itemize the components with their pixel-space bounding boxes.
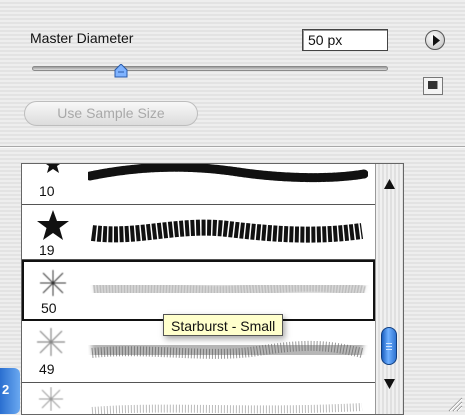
brush-row-selected[interactable]: 50 (22, 260, 375, 321)
new-brush-button[interactable] (423, 77, 443, 95)
starburst-tip-icon (40, 270, 66, 296)
resize-grip-icon[interactable] (445, 394, 463, 412)
diameter-slider-thumb[interactable] (114, 64, 128, 78)
scroll-down-arrow-icon[interactable] (376, 372, 403, 394)
brush-size: 49 (39, 361, 55, 377)
scroll-thumb[interactable] (381, 327, 397, 365)
master-diameter-input[interactable]: 50 px (302, 29, 388, 51)
panel-menu-arrow-icon (433, 35, 440, 46)
brush-tooltip: Starburst - Small (163, 314, 284, 336)
star-tip-icon (46, 164, 60, 173)
brush-size: 50 (41, 300, 57, 316)
scroll-up-arrow-icon[interactable] (376, 174, 403, 196)
palette-side-tab[interactable]: 2 (0, 368, 20, 414)
brush-row[interactable]: 10 (22, 164, 375, 205)
brush-size: 10 (39, 183, 55, 199)
panel-menu-button[interactable] (425, 30, 445, 50)
brush-stroke-preview (91, 403, 363, 414)
side-tab-label: 2 (2, 382, 10, 397)
brush-row[interactable] (22, 383, 375, 414)
starburst-tip-icon (37, 328, 65, 356)
brush-stroke-preview (88, 164, 368, 183)
use-sample-size-button[interactable]: Use Sample Size (24, 101, 198, 126)
star-tip-icon (37, 210, 69, 240)
diameter-slider-track[interactable] (32, 66, 388, 71)
brush-row[interactable]: 19 (22, 205, 375, 260)
master-diameter-label: Master Diameter (30, 30, 134, 46)
brush-list[interactable]: 10 19 50 49 (21, 163, 404, 415)
brush-size: 19 (39, 242, 55, 258)
brush-list-scrollbar[interactable] (375, 164, 403, 414)
starburst-tip-icon (39, 387, 63, 411)
brush-stroke-preview (90, 219, 364, 243)
panel-divider (0, 146, 465, 148)
brush-stroke-preview (92, 275, 367, 302)
